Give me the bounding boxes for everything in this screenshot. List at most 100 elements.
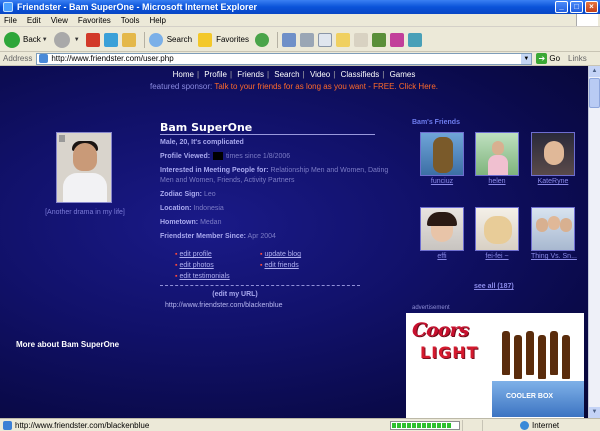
more-about-heading: More about Bam SuperOne	[16, 340, 120, 349]
see-all-friends-link[interactable]: see all (187)	[474, 283, 514, 290]
msn-icon[interactable]	[407, 32, 422, 47]
menu-help[interactable]: Help	[149, 16, 165, 25]
friend-item[interactable]: fei-fei ~	[475, 207, 519, 260]
sponsor-line: featured sponsor: Talk to your friends f…	[0, 82, 588, 91]
sponsor-label: featured sponsor:	[150, 82, 213, 91]
ad-brand: Coors	[412, 319, 469, 341]
menu-view[interactable]: View	[51, 16, 68, 25]
profile-url-link[interactable]: http://www.friendster.com/blackenblue	[165, 302, 283, 309]
friend-photo[interactable]	[420, 132, 464, 176]
go-button[interactable]: ➔ Go	[536, 53, 560, 64]
address-input[interactable]: http://www.friendster.com/user.php ▼	[36, 52, 533, 65]
favorites-button[interactable]: Favorites	[198, 32, 249, 47]
advertisement-banner[interactable]: Coors LIGHT COOLER BOX	[406, 313, 584, 418]
forward-arrow-icon	[53, 31, 70, 48]
address-url[interactable]: http://www.friendster.com/user.php	[51, 54, 521, 63]
divider	[160, 134, 375, 135]
friend-name[interactable]: effi	[420, 253, 464, 260]
links-button[interactable]: Links	[568, 54, 587, 63]
ad-subbrand: LIGHT	[420, 343, 479, 362]
friend-name[interactable]: KateRyne	[531, 178, 575, 185]
view-count-redacted	[213, 152, 224, 161]
edit-profile-link[interactable]: ▪ edit profile	[175, 251, 212, 258]
nav-profile[interactable]: Profile	[204, 70, 227, 79]
stop-icon[interactable]	[85, 32, 100, 47]
friend-name[interactable]: funciuz	[420, 178, 464, 185]
close-button[interactable]: ×	[585, 1, 598, 13]
page-icon	[3, 420, 12, 430]
nav-games[interactable]: Games	[390, 70, 416, 79]
friend-photo[interactable]	[475, 207, 519, 251]
edit-url-link[interactable]: (edit my URL)	[160, 291, 310, 298]
title-bar: Friendster - Bam SuperOne - Microsoft In…	[0, 0, 600, 14]
research-icon[interactable]	[353, 32, 368, 47]
menu-file[interactable]: File	[4, 16, 17, 25]
friend-photo[interactable]	[420, 207, 464, 251]
profile-name: Bam SuperOne	[160, 121, 253, 134]
vertical-scrollbar[interactable]: ▲ ▼	[588, 66, 600, 418]
page-icon	[39, 54, 49, 63]
friend-photo[interactable]	[531, 207, 575, 251]
friend-photo[interactable]	[475, 132, 519, 176]
profile-viewed: Profile Viewed: times since 1/8/2006	[160, 152, 291, 161]
status-text: http://www.friendster.com/blackenblue	[15, 420, 150, 430]
scroll-thumb[interactable]	[589, 78, 600, 108]
maximize-button[interactable]: □	[570, 1, 583, 13]
friend-item[interactable]: effi	[420, 207, 464, 260]
window-title: Friendster - Bam SuperOne - Microsoft In…	[17, 2, 258, 12]
address-bar: Address http://www.friendster.com/user.p…	[0, 52, 600, 66]
profile-photo[interactable]	[56, 132, 112, 203]
friend-item[interactable]: funciuz	[420, 132, 464, 185]
menu-favorites[interactable]: Favorites	[78, 16, 111, 25]
ie-icon	[3, 2, 13, 12]
nav-video[interactable]: Video	[310, 70, 330, 79]
profile-interested: Interested in Meeting People for: Relati…	[160, 167, 389, 184]
edit-friends-link[interactable]: ▪ edit friends	[260, 262, 299, 269]
nav-search[interactable]: Search	[274, 70, 299, 79]
profile-hometown: Hometown: Medan	[160, 219, 222, 226]
ad-label: advertisement	[412, 305, 450, 311]
forward-button[interactable]: ▼	[53, 31, 80, 48]
progress-bar	[390, 420, 460, 430]
toolbar: Back ▼ ▼ Search Favorites	[0, 28, 600, 52]
nav-friends[interactable]: Friends	[237, 70, 264, 79]
back-arrow-icon	[4, 31, 20, 48]
mail-icon[interactable]	[281, 32, 296, 47]
edit-icon[interactable]	[317, 32, 332, 47]
page-content: Home | Profile | Friends | Search | Video | C…	[0, 66, 588, 418]
nav-classifieds[interactable]: Classifieds	[341, 70, 380, 79]
scroll-up-icon[interactable]: ▲	[589, 66, 600, 77]
friend-item[interactable]: KateRyne	[531, 132, 575, 185]
plugin-icon[interactable]	[389, 32, 404, 47]
home-icon[interactable]	[121, 32, 136, 47]
chevron-down-icon[interactable]: ▼	[521, 53, 532, 64]
windows-logo-icon	[576, 14, 598, 26]
menu-edit[interactable]: Edit	[27, 16, 41, 25]
friend-item[interactable]: helen	[475, 132, 519, 185]
friend-name[interactable]: helen	[475, 178, 519, 185]
security-zone: Internet	[520, 420, 559, 430]
sponsor-link[interactable]: Talk to your friends for as long as you …	[214, 82, 438, 91]
menu-tools[interactable]: Tools	[121, 16, 140, 25]
nav-home[interactable]: Home	[173, 70, 194, 79]
back-button[interactable]: Back ▼	[4, 31, 48, 48]
scroll-down-icon[interactable]: ▼	[589, 407, 600, 418]
friend-name[interactable]: fei-fei ~	[475, 253, 519, 260]
minimize-button[interactable]: _	[555, 1, 568, 13]
photo-badge-icon	[59, 135, 65, 142]
history-icon[interactable]	[254, 32, 269, 47]
refresh-icon[interactable]	[103, 32, 118, 47]
friend-item[interactable]: Thing Vs. Sn...	[531, 207, 577, 260]
profile-summary: Male, 20, It's complicated	[160, 139, 244, 146]
edit-testimonials-link[interactable]: ▪ edit testimonials	[175, 273, 230, 280]
edit-photos-link[interactable]: ▪ edit photos	[175, 262, 214, 269]
status-bar: http://www.friendster.com/blackenblue In…	[0, 418, 600, 431]
search-icon	[148, 32, 163, 47]
friend-name[interactable]: Thing Vs. Sn...	[531, 253, 577, 260]
search-button[interactable]: Search	[148, 32, 192, 47]
friend-photo[interactable]	[531, 132, 575, 176]
print-icon[interactable]	[299, 32, 314, 47]
update-blog-link[interactable]: ▪ update blog	[260, 251, 301, 258]
messenger-icon[interactable]	[371, 32, 386, 47]
discuss-icon[interactable]	[335, 32, 350, 47]
